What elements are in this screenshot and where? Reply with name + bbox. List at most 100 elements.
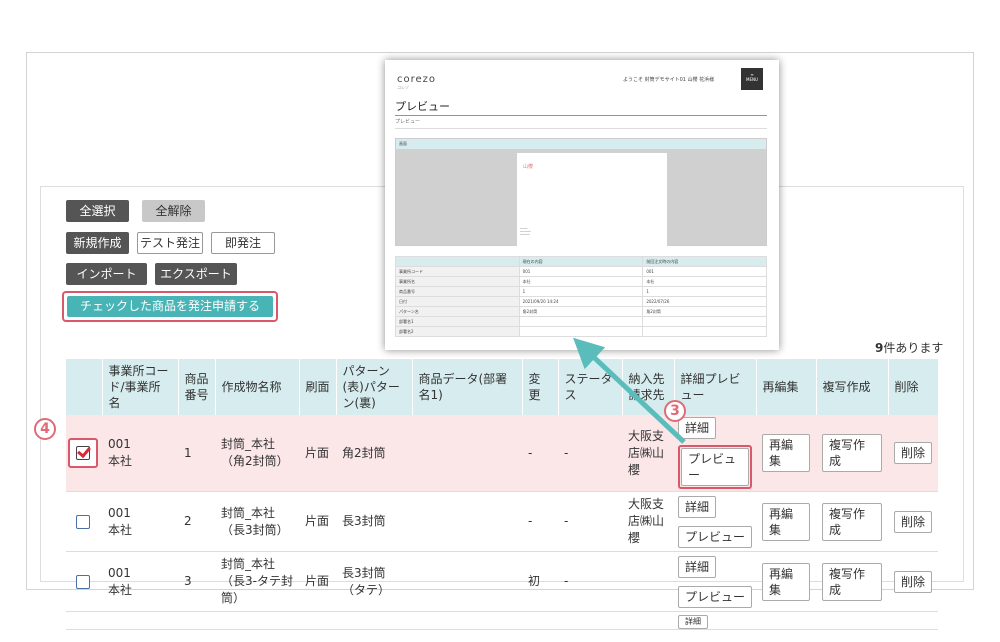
preview-button[interactable]: プレビュー: [678, 585, 752, 608]
header-pattern-label: パターン(表)パターン(裏): [342, 364, 400, 410]
preview-button[interactable]: プレビュー: [678, 525, 752, 548]
row-change: -: [522, 491, 558, 552]
header-detail-label: 詳細プレビュー: [680, 372, 741, 402]
row-checkbox[interactable]: [76, 574, 90, 589]
import-button[interactable]: インポート: [66, 263, 147, 285]
table-row: 詳細: [66, 611, 938, 630]
row-name: 封筒_本社（長3封筒）: [215, 491, 299, 552]
pcell: 本社: [642, 276, 767, 287]
row-change: -: [522, 415, 558, 492]
result-count: 9件あります: [875, 339, 943, 356]
test-order-button[interactable]: テスト発注: [137, 232, 203, 254]
preview-button[interactable]: プレビュー: [681, 448, 749, 486]
pcell: 本社: [518, 276, 644, 287]
header-delivery-label: 納入先請求先: [628, 372, 665, 402]
table-row: 001 本社 3 封筒_本社（長3-タテ封筒） 片面 長3封筒（タテ） 初 - 詳…: [66, 551, 938, 612]
header-copy-label: 複写作成: [822, 380, 871, 394]
pcell: 部署名2: [395, 326, 520, 337]
apply-checked-highlight: チェックした商品を発注申請する: [62, 291, 278, 322]
header-copy: 複写作成: [816, 359, 889, 415]
menu-button[interactable]: ≡ MENU: [741, 68, 763, 90]
row-code: 001: [108, 505, 131, 520]
copy-button[interactable]: 複写作成: [822, 562, 882, 601]
step-3-marker: 3: [664, 400, 686, 422]
pcell: 1: [518, 286, 644, 297]
header-office-label: 事業所コード/事業所名: [108, 364, 169, 410]
header-data: 商品データ(部署名1): [412, 359, 523, 415]
header-pattern: パターン(表)パターン(裏): [336, 359, 413, 415]
pcell: 2021/09/20 14:24: [518, 296, 644, 307]
header-check: [66, 359, 103, 415]
pcell: 001: [642, 266, 767, 277]
delete-button[interactable]: 削除: [894, 442, 932, 464]
row-data: [412, 491, 522, 552]
detail-button[interactable]: 詳細: [678, 555, 717, 578]
pcol-current: 現在の内容: [518, 256, 644, 267]
apply-checked-button[interactable]: チェックした商品を発注申請する: [67, 296, 273, 317]
envelope-logo-text: 山櫻: [523, 164, 534, 170]
envelope-address-lines: ━━━━━━ ━━━━━━━━━ ━━━━━━━━: [520, 228, 531, 236]
table-header: 事業所コード/事業所名 商品番号 作成物名称 刷面 パターン(表)パターン(裏)…: [66, 359, 939, 415]
breadcrumb-divider: [395, 128, 767, 129]
product-table: 事業所コード/事業所名 商品番号 作成物名称 刷面 パターン(表)パターン(裏)…: [66, 359, 939, 630]
row-checkbox[interactable]: [76, 514, 90, 529]
row-delivery: 大阪支店㈱山櫻: [622, 415, 674, 492]
clear-all-button[interactable]: 全解除: [142, 200, 205, 222]
header-change: 変更: [522, 359, 559, 415]
logo-sub: コレゾ: [397, 85, 409, 90]
row-code: 001: [108, 437, 131, 451]
logo-text: corezo: [397, 74, 437, 85]
row-side: 片面: [299, 551, 336, 612]
table-row: 001 本社 2 封筒_本社（長3封筒） 片面 長3封筒 - - 大阪支店㈱山櫻 …: [66, 491, 938, 552]
preview-detail-table: 現在の内容 前回注文時の内容 事業所コード 001 001 事業所名 本社 本社 商品番…: [395, 256, 767, 337]
detail-button[interactable]: 詳細: [678, 417, 717, 439]
table-row: 事業所名 本社 本社: [395, 276, 767, 287]
export-button[interactable]: エクスポート: [155, 263, 237, 285]
row-delivery: [622, 551, 674, 612]
pcell: 事業所名: [395, 276, 520, 287]
header-status: ステータス: [558, 359, 623, 415]
header-name-label: 作成物名称: [221, 380, 282, 394]
row-data: [412, 415, 522, 492]
row-office: 本社: [108, 582, 133, 597]
copy-button[interactable]: 複写作成: [822, 434, 882, 472]
header-item-no-label: 商品番号: [184, 372, 209, 402]
row-no: 1: [178, 415, 215, 492]
row-side: 片面: [299, 415, 336, 492]
copy-button[interactable]: 複写作成: [822, 502, 882, 541]
detail-button-partial[interactable]: 詳細: [678, 615, 708, 629]
row-side: 片面: [299, 491, 336, 552]
new-button[interactable]: 新規作成: [66, 232, 129, 254]
table-row: 商品番号 1 1: [395, 286, 767, 297]
reedit-button[interactable]: 再編集: [762, 562, 810, 601]
preview-popup: corezo コレゾ ようこそ 封筒デモサイト01 山櫻 花浜様 ≡ MENU プ…: [385, 60, 779, 350]
row-status: -: [558, 415, 622, 492]
row-checkbox-highlight: [68, 438, 98, 468]
pcell: 1: [642, 286, 767, 297]
delete-button[interactable]: 削除: [894, 570, 932, 593]
preview-title: プレビュー: [395, 100, 450, 113]
table-row: 部署名2: [395, 326, 767, 337]
delete-button[interactable]: 削除: [894, 510, 932, 533]
row-name: 封筒_本社（長3-タテ封筒）: [215, 551, 299, 612]
section-header: 画面: [396, 139, 766, 149]
detail-button[interactable]: 詳細: [678, 495, 717, 518]
header-reedit: 再編集: [756, 359, 817, 415]
row-checkbox-checked[interactable]: [76, 446, 90, 460]
header-side-label: 刷面: [305, 380, 330, 394]
instant-order-button[interactable]: 即発注: [211, 232, 275, 254]
pcol-previous: 前回注文時の内容: [642, 256, 767, 267]
pcell: 商品番号: [395, 286, 520, 297]
row-pattern: 角2封筒: [336, 415, 412, 492]
reedit-button[interactable]: 再編集: [762, 502, 810, 541]
reedit-button[interactable]: 再編集: [762, 434, 810, 472]
header-item-no: 商品番号: [178, 359, 216, 415]
header-reedit-label: 再編集: [762, 380, 799, 394]
user-greeting: ようこそ 封筒デモサイト01 山櫻 花浜様: [623, 77, 715, 83]
pcell: [642, 316, 767, 327]
menu-label: MENU: [746, 77, 758, 82]
row-code: 001: [108, 565, 131, 580]
header-change-label: 変更: [528, 372, 541, 402]
corezo-logo: corezo コレゾ: [397, 74, 436, 91]
select-all-button[interactable]: 全選択: [66, 200, 129, 222]
